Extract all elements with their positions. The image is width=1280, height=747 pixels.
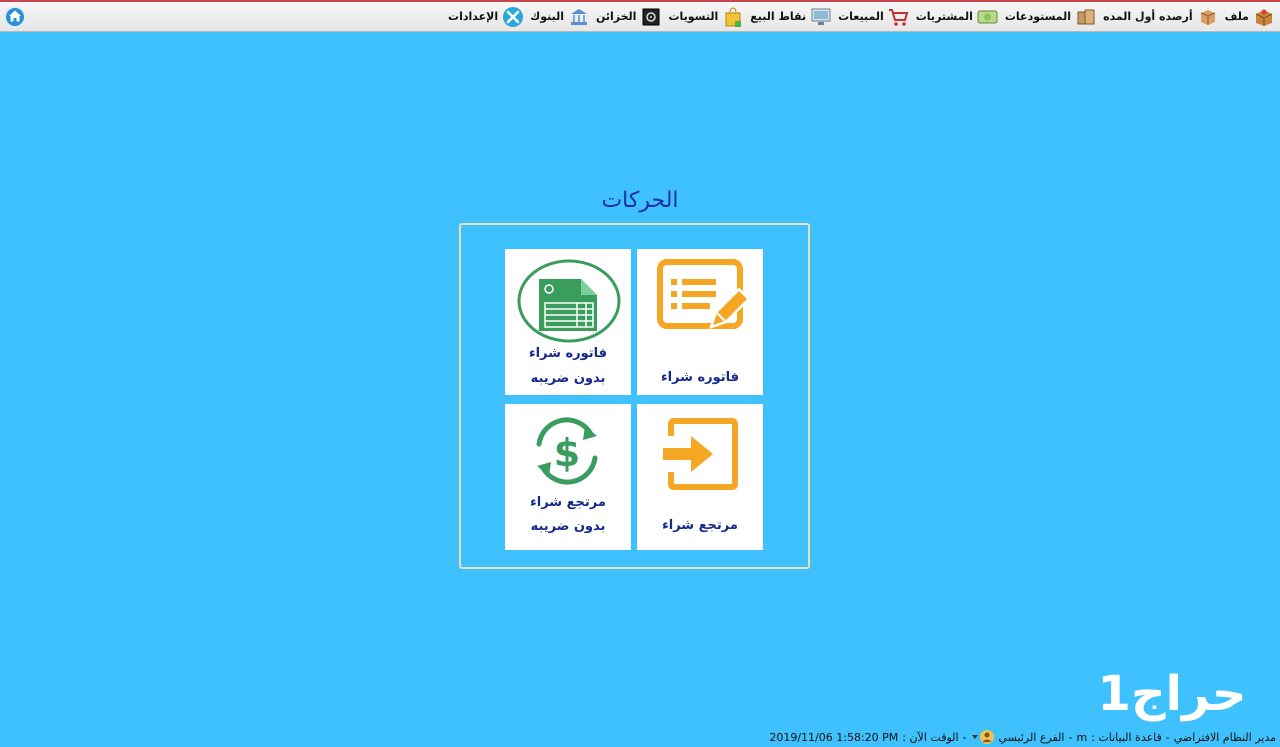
tile-purchase-return-no-tax[interactable]: $ مرتجع شراء بدون ضريبه bbox=[505, 404, 631, 550]
svg-text:$: $ bbox=[554, 431, 580, 475]
monitor-icon bbox=[810, 6, 832, 28]
tile-purchase-return-no-tax-line1: مرتجع شراء bbox=[530, 495, 606, 510]
tile-purchase-return-no-tax-line2: بدون ضريبه bbox=[530, 519, 606, 534]
menu-file-label: ملف bbox=[1224, 10, 1249, 23]
menu-banks[interactable]: البنوك bbox=[527, 2, 593, 32]
menu-file[interactable]: ملف bbox=[1222, 2, 1278, 32]
tile-purchase-invoice-no-tax-line2: بدون ضريبه bbox=[530, 371, 606, 386]
status-time-value: 2019/11/06 1:58:20 PM bbox=[769, 730, 899, 744]
home-icon bbox=[8, 8, 22, 27]
tile-purchase-return[interactable]: مرتجع شراء bbox=[637, 404, 763, 550]
status-db-value: m bbox=[1076, 730, 1088, 744]
menu-settlements-label: التسويات bbox=[668, 10, 719, 23]
menu-purchases[interactable]: المشتريات bbox=[913, 2, 1002, 32]
menu-sales-label: المبيعات bbox=[838, 10, 884, 23]
menu-settings-label: الإعدادات bbox=[448, 10, 499, 23]
tile-purchase-invoice-no-tax[interactable]: فاتوره شراء بدون ضريبه bbox=[505, 249, 631, 395]
menu-pos[interactable]: نقاط البيع bbox=[747, 2, 835, 32]
tile-purchase-invoice-no-tax-line1: فاتوره شراء bbox=[528, 346, 608, 361]
money-icon bbox=[977, 6, 999, 28]
tools-icon bbox=[502, 6, 524, 28]
tile-purchase-invoice-label: فاتوره شراء bbox=[660, 370, 740, 385]
bank-icon bbox=[568, 6, 590, 28]
menu-safes[interactable]: الخزائن bbox=[593, 2, 665, 32]
menu-banks-label: البنوك bbox=[530, 10, 564, 23]
menu-opening-balances-label: أرصده أول المده bbox=[1103, 10, 1193, 23]
status-time-label: الوقت الآن : bbox=[902, 730, 959, 744]
transactions-panel: فاتوره شراء فاتوره شراء بدون ضريبه مرتجع… bbox=[459, 223, 810, 569]
status-db-label: قاعدة البيانات : bbox=[1091, 730, 1162, 744]
status-separator: - bbox=[1165, 730, 1170, 744]
section-title: الحركات bbox=[601, 188, 679, 213]
bag-icon bbox=[722, 6, 744, 28]
menu-warehouses-label: المستودعات bbox=[1004, 10, 1072, 23]
box-icon bbox=[1253, 6, 1275, 28]
menu-opening-balances[interactable]: أرصده أول المده bbox=[1100, 2, 1222, 32]
status-separator: - bbox=[1068, 730, 1073, 744]
menu-safes-label: الخزائن bbox=[595, 10, 637, 23]
tile-purchase-invoice[interactable]: فاتوره شراء bbox=[637, 249, 763, 395]
tile-purchase-return-label: مرتجع شراء bbox=[662, 518, 738, 533]
parcel-icon bbox=[1197, 6, 1219, 28]
safe-icon bbox=[640, 6, 662, 28]
status-bar: مدير النظام الافتراضي - قاعدة البيانات :… bbox=[740, 728, 1280, 746]
menu-pos-label: نقاط البيع bbox=[750, 10, 807, 23]
invoice-edit-icon bbox=[657, 259, 751, 339]
main-menubar: ملف أرصده أول المده المستودعات المشتريات… bbox=[0, 0, 1280, 32]
menu-settlements[interactable]: التسويات bbox=[665, 2, 747, 32]
branch-user-icon[interactable] bbox=[971, 729, 995, 745]
menu-purchases-label: المشتريات bbox=[915, 10, 973, 23]
menu-sales[interactable]: المبيعات bbox=[835, 2, 913, 32]
menu-settings[interactable]: الإعدادات bbox=[445, 2, 527, 32]
spreadsheet-document-icon bbox=[517, 259, 621, 347]
dollar-refresh-icon: $ bbox=[525, 414, 609, 492]
boxes-icon bbox=[1075, 6, 1097, 28]
status-branch: الفرع الرئيسي bbox=[998, 730, 1065, 744]
cart-icon bbox=[888, 6, 910, 28]
menu-warehouses[interactable]: المستودعات bbox=[1002, 2, 1100, 32]
enter-arrow-icon bbox=[663, 418, 739, 494]
watermark-logo: حراج1 bbox=[1097, 666, 1247, 722]
home-button[interactable] bbox=[4, 6, 26, 28]
status-user: مدير النظام الافتراضي bbox=[1173, 730, 1276, 744]
chevron-down-icon bbox=[971, 735, 978, 739]
status-separator: - bbox=[962, 730, 967, 744]
